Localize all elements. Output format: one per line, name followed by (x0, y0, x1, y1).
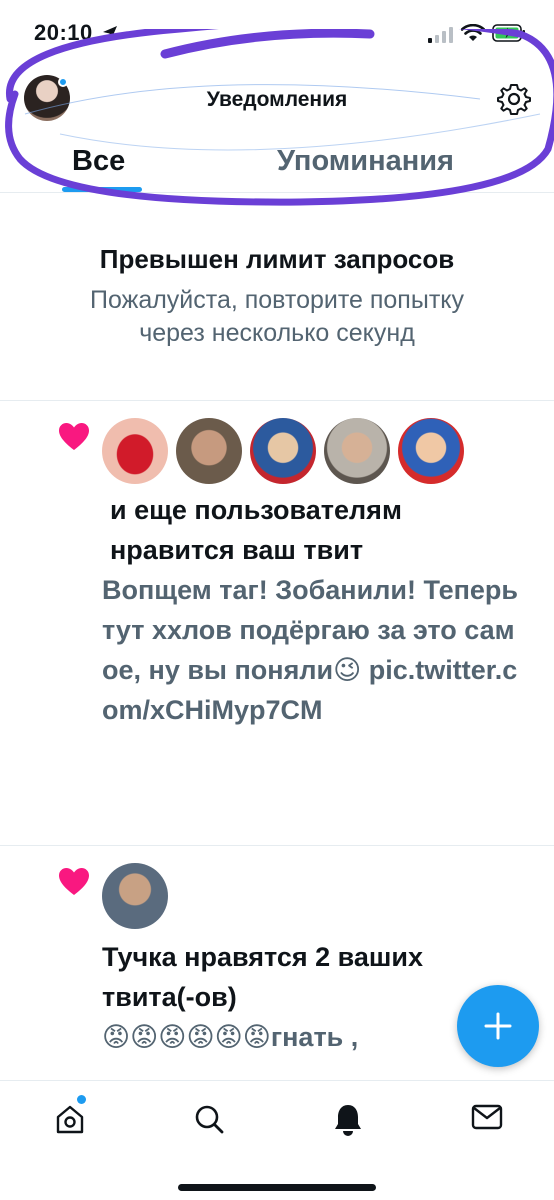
signal-icon (428, 27, 453, 43)
compose-button[interactable] (457, 985, 539, 1067)
unread-dot (58, 77, 68, 87)
wifi-icon (461, 24, 485, 41)
liker-avatar[interactable] (176, 418, 242, 484)
banner-subtitle: Пожалуйста, повторите попытку через неск… (0, 284, 554, 350)
notification-item[interactable]: и еще пользователям нравится ваш твит Во… (0, 402, 554, 846)
status-time: 20:10 (34, 20, 93, 45)
bottom-nav (0, 1080, 554, 1200)
page-title: Уведомления (206, 88, 348, 111)
notification-headline: и еще пользователям нравится ваш твит (110, 495, 402, 565)
gear-icon[interactable] (497, 82, 531, 116)
active-tab-indicator (62, 187, 142, 192)
banner-subtitle-line2: через несколько секунд (139, 319, 415, 347)
location-arrow-icon (103, 26, 117, 40)
bell-icon[interactable] (333, 1103, 363, 1137)
battery-charging-icon (492, 24, 525, 42)
tab-all[interactable]: Все (72, 145, 125, 178)
home-unread-dot (77, 1095, 86, 1104)
liker-avatar[interactable] (102, 863, 168, 929)
heart-icon (59, 423, 89, 450)
home-indicator (178, 1184, 376, 1191)
status-bar: 20:10 (0, 0, 554, 70)
liker-avatar[interactable] (398, 418, 464, 484)
liker-avatar[interactable] (250, 418, 316, 484)
heart-icon (59, 868, 89, 895)
notification-headline: Тучка нравятся 2 ваших твита(-ов) (102, 942, 424, 1012)
home-icon[interactable] (54, 1103, 86, 1135)
mail-icon[interactable] (471, 1103, 503, 1131)
plus-icon (484, 1012, 512, 1040)
search-icon[interactable] (193, 1103, 225, 1135)
banner-title: Превышен лимит запросов (99, 244, 455, 274)
banner-subtitle-line1: Пожалуйста, повторите попытку (90, 286, 464, 314)
liker-avatar[interactable] (102, 418, 168, 484)
liker-avatar[interactable] (324, 418, 390, 484)
notification-tabs: Все Упоминания (0, 135, 554, 193)
rate-limit-banner: Превышен лимит запросов Пожалуйста, повт… (0, 29, 554, 401)
tab-mentions[interactable]: Упоминания (277, 145, 454, 178)
tweet-preview: Вопщем таг! Зобанили! Теперь тут ххлов п… (102, 575, 519, 725)
notification-text: и еще пользователям нравится ваш твит Во… (102, 490, 522, 730)
app-header: Уведомления (0, 70, 554, 130)
